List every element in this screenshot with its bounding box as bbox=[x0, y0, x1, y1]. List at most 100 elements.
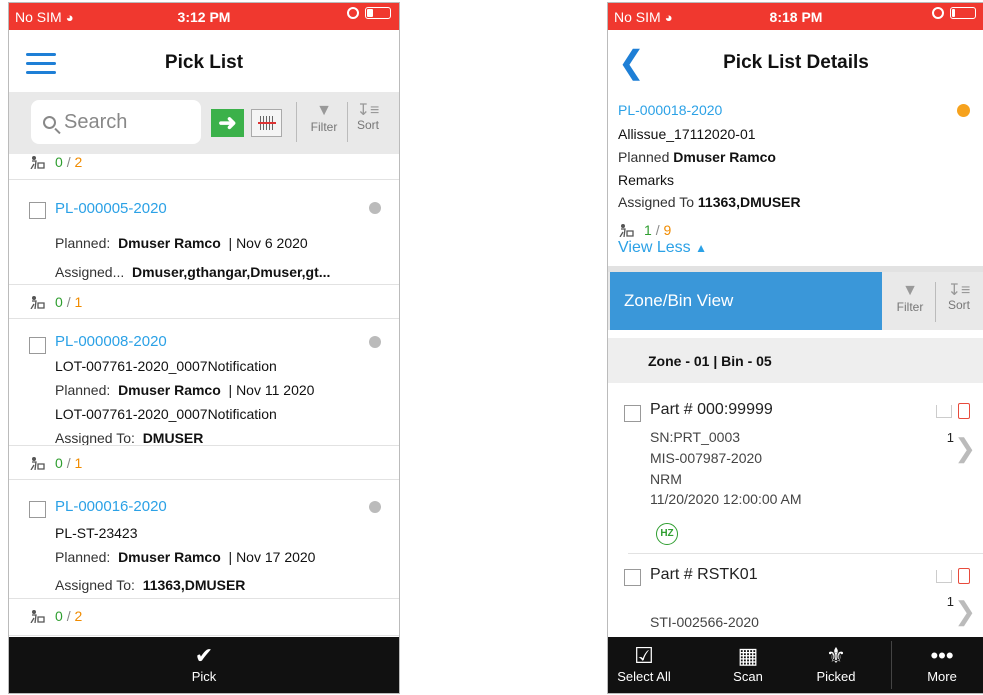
document-number: STI-002566-2020 bbox=[650, 614, 759, 630]
status-time: 3:12 PM bbox=[177, 9, 231, 25]
picker-person-icon bbox=[30, 156, 45, 169]
rotation-lock-icon bbox=[932, 7, 944, 19]
list-item[interactable]: PL-000016-2020 PL-ST-23423 Planned: Dmus… bbox=[9, 480, 399, 636]
filter-button[interactable]: ▼ Filter bbox=[305, 102, 343, 134]
caret-up-icon: ▲ bbox=[695, 241, 707, 255]
filter-label: Filter bbox=[896, 300, 924, 314]
battery-icon bbox=[365, 7, 391, 19]
picked-button[interactable]: ⚜ Picked bbox=[804, 643, 868, 684]
condition: NRM bbox=[650, 471, 682, 487]
barcode-scan-button[interactable] bbox=[251, 109, 282, 137]
picker-person-icon bbox=[30, 457, 45, 470]
view-toolbar: Zone/Bin View ▼ Filter ↧≡ Sort bbox=[608, 272, 983, 330]
cart-icon bbox=[936, 405, 952, 418]
part-number: Part # RSTK01 bbox=[650, 566, 758, 583]
view-less-link[interactable]: View Less ▲ bbox=[618, 239, 707, 257]
date: 11/20/2020 12:00:00 AM bbox=[650, 491, 802, 507]
hazard-badge: HZ bbox=[656, 523, 678, 545]
part-item[interactable]: Part # 000:99999 SN:PRT_0003 1 ❯ MIS-007… bbox=[624, 383, 983, 554]
bottom-action-bar: ☑ Select All ▦ Scan ⚜ Picked ••• More bbox=[608, 637, 983, 693]
pick-list-id[interactable]: PL-000008-2020 bbox=[55, 333, 167, 350]
filter-icon: ▼ bbox=[316, 102, 332, 119]
clipboard-icon bbox=[958, 403, 970, 419]
status-dot bbox=[369, 336, 381, 348]
cart-icon bbox=[936, 570, 952, 583]
pick-count-row: 0 / 1 bbox=[9, 284, 399, 319]
pick-count-row: 0 / 1 bbox=[9, 445, 399, 480]
list-item[interactable]: PL-000008-2020 LOT-007761-2020_0007Notif… bbox=[9, 319, 399, 480]
part-checkbox[interactable] bbox=[624, 569, 641, 586]
serial-number: SN:PRT_0003 bbox=[650, 429, 741, 445]
clipboard-icon bbox=[958, 568, 970, 584]
part-item[interactable]: Part # RSTK01 1 ❯ STI-002566-2020 bbox=[624, 554, 983, 634]
status-dot bbox=[957, 104, 970, 117]
item-checkbox[interactable] bbox=[29, 202, 46, 219]
go-arrow-button[interactable]: ➜ bbox=[211, 109, 244, 137]
barcode-icon bbox=[257, 116, 276, 130]
pick-list-id[interactable]: PL-000016-2020 bbox=[55, 498, 167, 515]
part-number: Part # 000:99999 bbox=[650, 401, 773, 418]
chevron-right-icon[interactable]: ❯ bbox=[954, 596, 976, 627]
item-checkbox[interactable] bbox=[29, 337, 46, 354]
picked-icon: ⚜ bbox=[826, 643, 846, 668]
pick-list-id[interactable]: PL-000005-2020 bbox=[55, 200, 167, 217]
rotation-lock-icon bbox=[347, 7, 359, 19]
checkmark-icon: ✔ bbox=[194, 643, 214, 668]
sort-button[interactable]: ↧≡ Sort bbox=[941, 280, 977, 312]
page-title: Pick List Details bbox=[723, 52, 869, 73]
filter-label: Filter bbox=[310, 120, 338, 134]
status-dot bbox=[369, 501, 381, 513]
picker-person-icon bbox=[30, 610, 45, 623]
list-item[interactable]: PL-000005-2020 Planned: Dmuser Ramco | N… bbox=[9, 184, 399, 319]
quantity: 1 bbox=[946, 594, 954, 609]
chevron-right-icon[interactable]: ❯ bbox=[954, 433, 976, 464]
select-all-button[interactable]: ☑ Select All bbox=[612, 643, 676, 684]
status-dot bbox=[369, 202, 381, 214]
status-time: 8:18 PM bbox=[769, 9, 823, 25]
sort-button[interactable]: ↧≡ Sort bbox=[351, 100, 385, 132]
item-checkbox[interactable] bbox=[29, 501, 46, 518]
part-checkbox[interactable] bbox=[624, 405, 641, 422]
pick-list-detail-header: PL-000018-2020 Allissue_17112020-01 Plan… bbox=[608, 92, 983, 266]
picker-person-icon bbox=[619, 224, 634, 237]
quantity: 1 bbox=[946, 430, 954, 445]
filter-icon: ▼ bbox=[902, 282, 918, 299]
search-input[interactable]: Search bbox=[31, 100, 201, 144]
status-bar: No SIM ◕ 3:12 PM bbox=[9, 3, 399, 30]
scan-button[interactable]: ▦ Scan bbox=[716, 643, 780, 684]
pick-list-name: Allissue_17112020-01 bbox=[618, 126, 756, 142]
more-button[interactable]: ••• More bbox=[910, 643, 974, 684]
bottom-action-bar: ✔ Pick bbox=[9, 637, 399, 693]
zone-bin-header: Zone - 01 | Bin - 05 bbox=[608, 338, 983, 383]
scan-icon: ▦ bbox=[737, 643, 759, 668]
filter-button[interactable]: ▼ Filter bbox=[890, 282, 930, 314]
status-bar: No SIM ◕ 8:18 PM bbox=[608, 3, 983, 30]
search-placeholder: Search bbox=[64, 110, 128, 133]
pick-count-row: 0 / 2 bbox=[9, 145, 399, 180]
sort-label: Sort bbox=[356, 118, 379, 132]
battery-icon bbox=[950, 7, 976, 19]
pick-button[interactable]: ✔ Pick bbox=[9, 643, 399, 684]
pick-list: 0 / 2 PL-000005-2020 Planned: Dmuser Ram… bbox=[9, 154, 399, 637]
pick-label: Pick bbox=[191, 669, 217, 684]
search-icon bbox=[43, 115, 56, 129]
more-label: More bbox=[927, 669, 957, 684]
nav-bar: ❮ Pick List Details bbox=[608, 30, 983, 93]
document-number: MIS-007987-2020 bbox=[650, 450, 763, 466]
pick-list-id: PL-000018-2020 bbox=[618, 102, 723, 118]
remarks-label: Remarks bbox=[618, 172, 675, 188]
sort-label: Sort bbox=[947, 298, 970, 312]
sort-icon: ↧≡ bbox=[356, 102, 380, 119]
scan-label: Scan bbox=[733, 669, 763, 684]
select-all-icon: ☑ bbox=[634, 643, 654, 668]
pick-count-row: 0 / 2 bbox=[9, 598, 399, 633]
pick-list-screen: No SIM ◕ 3:12 PM Pick List Search ➜ ▼ Fil… bbox=[8, 2, 400, 694]
picked-label: Picked bbox=[816, 669, 856, 684]
nav-bar: Pick List bbox=[9, 30, 399, 93]
zone-bin-view-button[interactable]: Zone/Bin View bbox=[610, 272, 882, 330]
pick-list-details-screen: No SIM ◕ 8:18 PM ❮ Pick List Details PL-0… bbox=[607, 2, 983, 694]
sort-icon: ↧≡ bbox=[947, 282, 971, 299]
picker-person-icon bbox=[30, 296, 45, 309]
page-title: Pick List bbox=[164, 52, 244, 73]
more-icon: ••• bbox=[930, 643, 954, 668]
